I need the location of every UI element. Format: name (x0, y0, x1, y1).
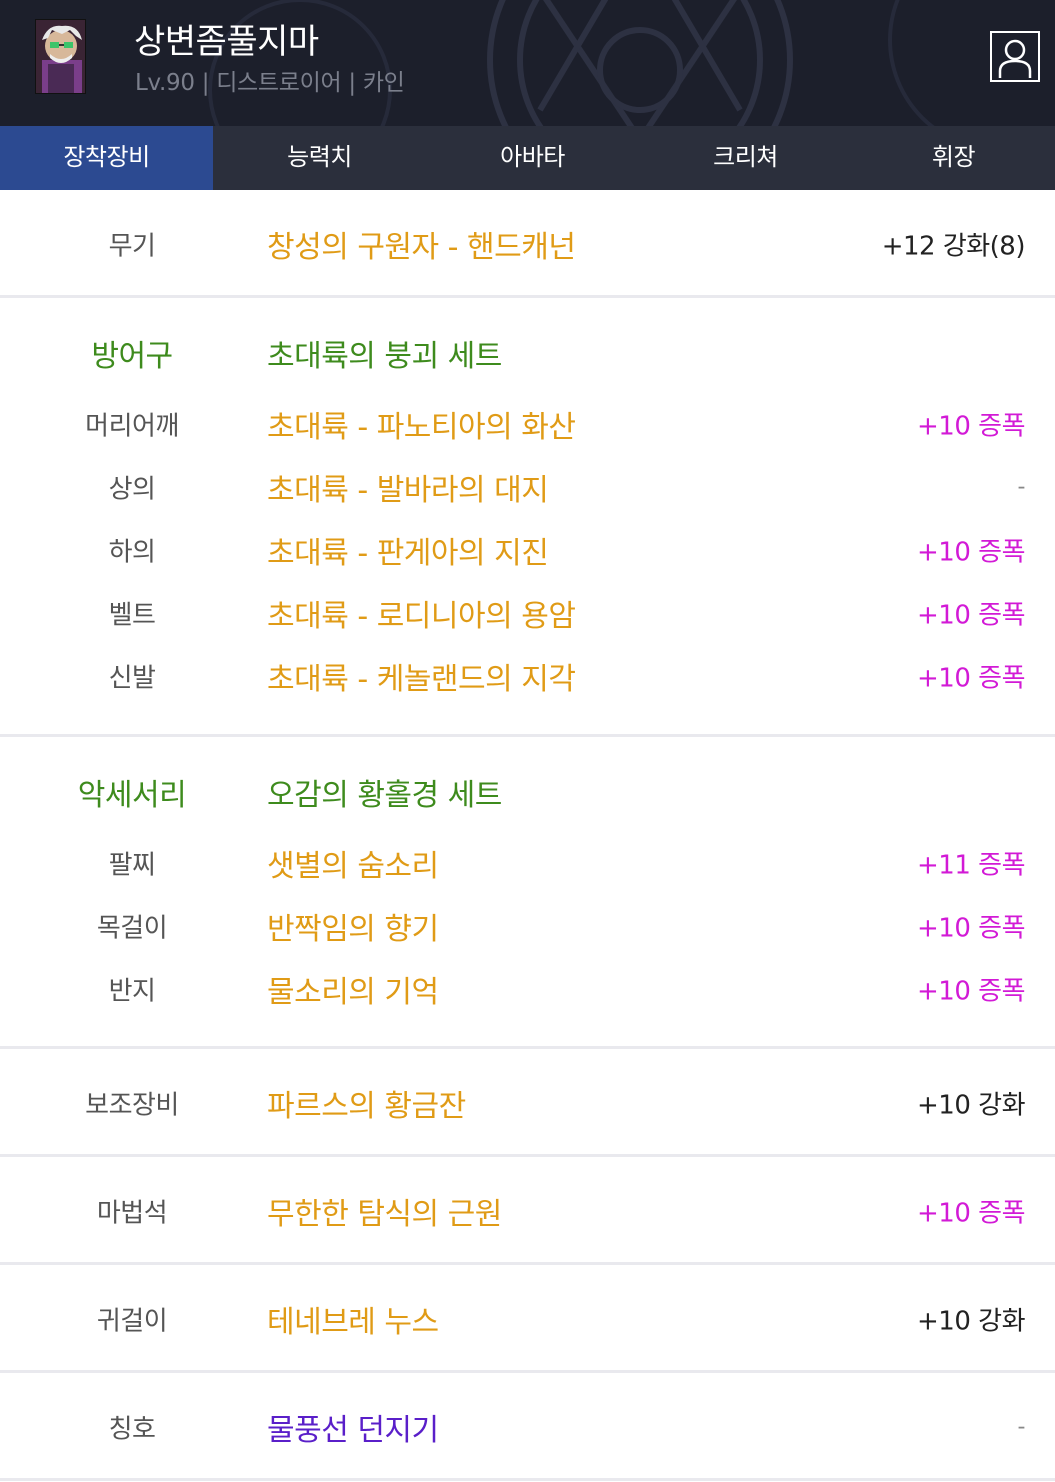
item-name[interactable]: 초대륙 - 판게아의 지진 (267, 528, 549, 572)
item-upgrade: +10 증폭 (917, 976, 1025, 1006)
equipment-row-bottom[interactable]: 하의 초대륙 - 판게아의 지진 +10 증폭 (0, 518, 1055, 581)
accessory-section: 악세서리 오감의 황홀경 세트 팔찌 샛별의 숨소리 +11 증폭 목걸이 반짝… (0, 737, 1055, 1049)
slot-label: 머리어깨 (85, 411, 179, 441)
item-upgrade: +10 강화 (917, 1306, 1025, 1336)
item-name[interactable]: 테네브레 누스 (267, 1297, 439, 1341)
weapon-section: 무기 창성의 구원자 - 핸드캐넌 +12 강화(8) (0, 190, 1055, 298)
tab-emblem[interactable]: 휘장 (852, 126, 1055, 190)
equipment-row-belt[interactable]: 벨트 초대륙 - 로디니아의 용암 +10 증폭 (0, 581, 1055, 644)
item-upgrade: +10 증폭 (917, 411, 1025, 441)
equipment-row-magicstone[interactable]: 마법석 무한한 탐식의 근원 +10 증폭 (0, 1179, 1055, 1242)
slot-label: 보조장비 (85, 1090, 179, 1120)
item-name[interactable]: 초대륙 - 로디니아의 용암 (267, 591, 576, 635)
item-name[interactable]: 물소리의 기억 (267, 967, 439, 1011)
character-level-class-server: Lv.90 | 디스트로이어 | 카인 (135, 70, 405, 96)
item-upgrade: +10 증폭 (917, 537, 1025, 567)
armor-section: 방어구 초대륙의 붕괴 세트 머리어깨 초대륙 - 파노티아의 화산 +10 증… (0, 298, 1055, 737)
set-name[interactable]: 초대륙의 붕괴 세트 (267, 331, 502, 375)
set-name[interactable]: 오감의 황홀경 세트 (267, 770, 502, 814)
equipment-row-earring[interactable]: 귀걸이 테네브레 누스 +10 강화 (0, 1287, 1055, 1350)
section-label: 악세서리 (77, 777, 187, 813)
earring-section: 귀걸이 테네브레 누스 +10 강화 (0, 1265, 1055, 1373)
item-upgrade: - (1017, 1414, 1026, 1439)
slot-label: 반지 (108, 976, 156, 1006)
item-upgrade: +11 증폭 (917, 850, 1025, 880)
item-upgrade: - (1017, 474, 1026, 499)
item-name[interactable]: 물풍선 던지기 (267, 1405, 439, 1449)
item-upgrade: +10 증폭 (917, 913, 1025, 943)
item-upgrade: +10 강화 (917, 1090, 1025, 1120)
equipment-row-bracelet[interactable]: 팔찌 샛별의 숨소리 +11 증폭 (0, 831, 1055, 894)
item-upgrade: +12 강화(8) (881, 231, 1026, 261)
equipment-row-ring[interactable]: 반지 물소리의 기억 +10 증폭 (0, 957, 1055, 1020)
equipment-row-shoulder[interactable]: 머리어깨 초대륙 - 파노티아의 화산 +10 증폭 (0, 392, 1055, 455)
equipment-row-weapon[interactable]: 무기 창성의 구원자 - 핸드캐넌 +12 강화(8) (0, 212, 1055, 275)
item-name[interactable]: 창성의 구원자 - 핸드캐넌 (267, 222, 576, 266)
item-name[interactable]: 샛별의 숨소리 (267, 841, 439, 885)
slot-label: 상의 (108, 474, 156, 504)
item-upgrade: +10 증폭 (917, 1198, 1025, 1228)
accessory-set-header: 악세서리 오감의 황홀경 세트 (0, 760, 1055, 823)
slot-label: 칭호 (108, 1414, 156, 1444)
slot-label: 목걸이 (96, 913, 168, 943)
slot-label: 하의 (108, 537, 156, 567)
tab-creature[interactable]: 크리쳐 (639, 126, 852, 190)
slot-label: 마법석 (96, 1198, 168, 1228)
character-header: 상변좀풀지마 Lv.90 | 디스트로이어 | 카인 (0, 0, 1055, 126)
tab-stats[interactable]: 능력치 (213, 126, 426, 190)
slot-label: 신발 (108, 663, 156, 693)
item-name[interactable]: 초대륙 - 케놀랜드의 지각 (267, 654, 576, 698)
character-avatar (35, 19, 86, 94)
user-profile-button[interactable] (990, 31, 1040, 82)
item-name[interactable]: 반짝임의 향기 (267, 904, 439, 948)
tab-avatar[interactable]: 아바타 (426, 126, 639, 190)
user-profile-icon (998, 39, 1032, 78)
item-name[interactable]: 초대륙 - 발바라의 대지 (267, 465, 549, 509)
armor-set-header: 방어구 초대륙의 붕괴 세트 (0, 321, 1055, 384)
item-name[interactable]: 초대륙 - 파노티아의 화산 (267, 402, 576, 446)
equipment-row-subweapon[interactable]: 보조장비 파르스의 황금잔 +10 강화 (0, 1071, 1055, 1134)
slot-label: 무기 (108, 231, 156, 261)
subweapon-section: 보조장비 파르스의 황금잔 +10 강화 (0, 1049, 1055, 1157)
tab-bar: 장착장비 능력치 아바타 크리쳐 휘장 (0, 126, 1055, 190)
tab-equipment[interactable]: 장착장비 (0, 126, 213, 190)
item-name[interactable]: 무한한 탐식의 근원 (267, 1189, 502, 1233)
equipment-row-top[interactable]: 상의 초대륙 - 발바라의 대지 - (0, 455, 1055, 518)
equipment-list: 무기 창성의 구원자 - 핸드캐넌 +12 강화(8) 방어구 초대륙의 붕괴 … (0, 190, 1055, 1481)
item-name[interactable]: 파르스의 황금잔 (267, 1081, 466, 1125)
slot-label: 벨트 (108, 600, 156, 630)
equipment-row-title[interactable]: 칭호 물풍선 던지기 - (0, 1395, 1055, 1458)
slot-label: 팔찌 (108, 850, 156, 880)
title-section: 칭호 물풍선 던지기 - (0, 1373, 1055, 1481)
section-label: 방어구 (91, 338, 173, 374)
magicstone-section: 마법석 무한한 탐식의 근원 +10 증폭 (0, 1157, 1055, 1265)
equipment-row-necklace[interactable]: 목걸이 반짝임의 향기 +10 증폭 (0, 894, 1055, 957)
slot-label: 귀걸이 (96, 1306, 168, 1336)
equipment-row-shoes[interactable]: 신발 초대륙 - 케놀랜드의 지각 +10 증폭 (0, 644, 1055, 707)
character-name: 상변좀풀지마 (134, 22, 319, 62)
item-upgrade: +10 증폭 (917, 663, 1025, 693)
item-upgrade: +10 증폭 (917, 600, 1025, 630)
